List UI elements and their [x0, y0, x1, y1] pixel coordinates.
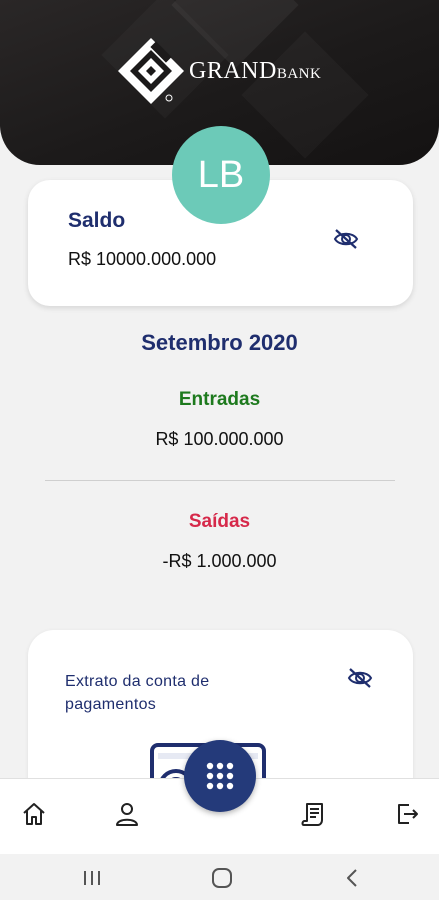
recents-icon: [84, 871, 100, 885]
system-navigation-bar: [0, 854, 439, 900]
toggle-balance-visibility-button[interactable]: [332, 228, 360, 250]
logout-icon: [398, 804, 418, 824]
grandbank-logo: GRANDBANK: [116, 36, 326, 106]
income-value: R$ 100.000.000: [155, 429, 284, 449]
user-icon: [116, 803, 138, 826]
expense-label: Saídas: [188, 511, 251, 532]
avatar-initials: LB: [197, 153, 245, 196]
back-icon: [347, 869, 357, 887]
nav-logout-button[interactable]: [392, 799, 422, 829]
brand-name-big: GRAND: [189, 58, 277, 84]
expense-value: -R$ 1.000.000: [162, 551, 277, 571]
eye-off-icon: [347, 668, 373, 688]
toggle-statement-visibility-button[interactable]: [346, 667, 374, 689]
home-circle-icon: [212, 868, 232, 888]
keypad-fab-button[interactable]: [184, 740, 256, 812]
nav-profile-button[interactable]: [112, 799, 142, 829]
system-recents-button[interactable]: [80, 868, 104, 888]
summary-divider: [45, 480, 395, 481]
nav-statement-button[interactable]: [298, 799, 328, 829]
balance-title: Saldo: [68, 209, 126, 232]
summary-month: Setembro 2020: [141, 330, 298, 355]
grandbank-logo-icon: [118, 38, 184, 104]
eye-off-icon: [333, 229, 359, 249]
avatar[interactable]: LB: [172, 126, 270, 224]
brand-name: GRANDBANK: [189, 58, 321, 85]
receipt-icon: [301, 803, 323, 826]
balance-value: R$ 10000.000.000: [68, 249, 217, 269]
system-home-button[interactable]: [210, 868, 234, 888]
income-label: Entradas: [178, 389, 261, 410]
statement-label: Extrato da conta de pagamentos: [65, 673, 210, 713]
home-icon: [23, 803, 45, 825]
nav-home-button[interactable]: [19, 799, 49, 829]
system-back-button[interactable]: [340, 868, 364, 888]
brand-name-small: BANK: [276, 66, 322, 82]
keypad-icon: [206, 762, 234, 790]
